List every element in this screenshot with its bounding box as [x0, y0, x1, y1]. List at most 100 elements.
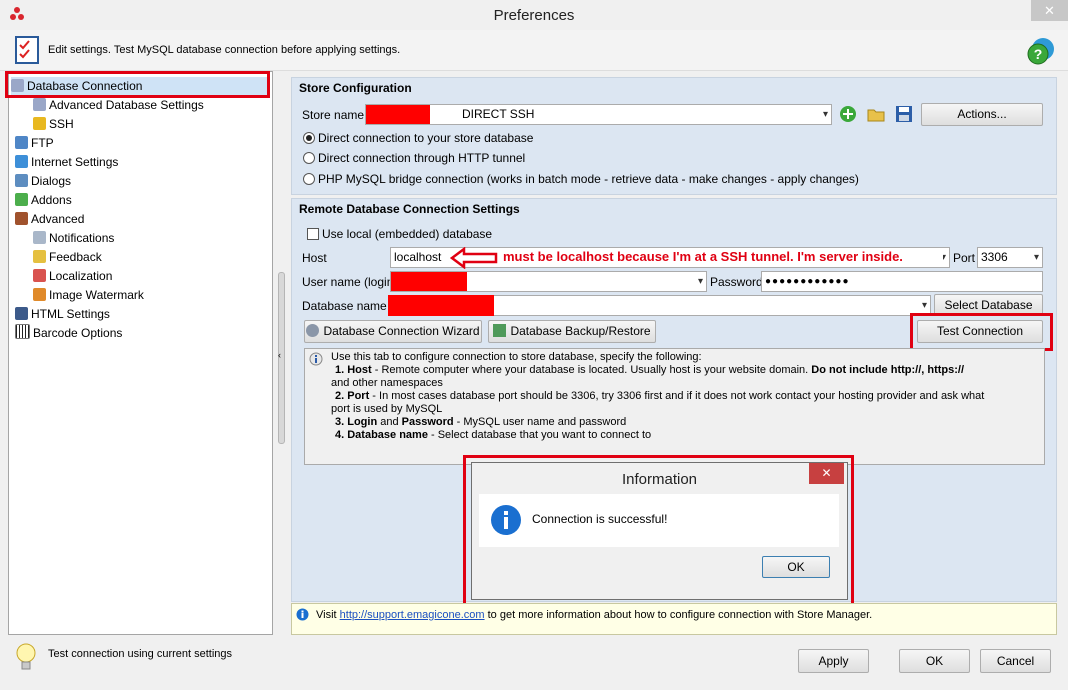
tree-item-advanced[interactable]: Advanced: [15, 210, 84, 228]
help-text: - Select database that you want to conne…: [427, 429, 652, 441]
wizard-icon: [306, 324, 320, 337]
info-icon: [296, 608, 309, 621]
apply-button[interactable]: Apply: [798, 649, 869, 673]
tree-item-ssh[interactable]: SSH: [33, 115, 74, 133]
use-local-label: Use local (embedded) database: [322, 227, 493, 241]
password-input[interactable]: ●●●●●●●●●●●●: [761, 271, 1043, 292]
help-line-1: 1. Host - Remote computer where your dat…: [335, 364, 964, 376]
tree-item-image-watermark[interactable]: Image Watermark: [33, 286, 144, 304]
dialog-ok-button[interactable]: OK: [762, 556, 830, 578]
radio-direct-connection[interactable]: [303, 132, 315, 144]
splitter-handle[interactable]: ‹: [277, 272, 285, 444]
lightbulb-icon: [15, 643, 37, 673]
radio-php-bridge-label: PHP MySQL bridge connection (works in ba…: [318, 172, 859, 186]
connection-wizard-button[interactable]: Database Connection Wizard: [304, 320, 482, 343]
host-value: localhost: [394, 250, 442, 264]
password-label: Password: [710, 275, 763, 289]
tree-item-label: Notifications: [49, 231, 115, 245]
port-label: Port: [953, 251, 976, 265]
tree-item-internet-settings[interactable]: Internet Settings: [15, 153, 118, 171]
help-icon[interactable]: ?: [1027, 37, 1055, 65]
backup-restore-button[interactable]: Database Backup/Restore: [488, 320, 656, 343]
tree-item-label: Barcode Options: [33, 326, 123, 340]
support-link[interactable]: http://support.emagicone.com: [340, 609, 485, 621]
barcode-icon: [15, 324, 30, 339]
use-local-checkbox[interactable]: [307, 228, 319, 240]
radio-http-tunnel[interactable]: [303, 152, 315, 164]
redacted-database-name: [388, 295, 494, 316]
help-text: - In most cases database port should be …: [369, 390, 985, 402]
radio-php-bridge[interactable]: [303, 173, 315, 185]
tree-item-addons[interactable]: Addons: [15, 191, 72, 209]
database-name-select[interactable]: ▾: [388, 295, 931, 316]
highlight-test-connection: [910, 313, 1053, 351]
tree-item-dialogs[interactable]: Dialogs: [15, 172, 71, 190]
ok-button[interactable]: OK: [899, 649, 970, 673]
internet-icon: [15, 155, 28, 168]
help-line-1-cont: and other namespaces: [331, 377, 443, 389]
tree-item-label: Dialogs: [31, 174, 72, 188]
notifications-icon: [33, 231, 46, 244]
tree-item-feedback[interactable]: Feedback: [33, 248, 102, 266]
host-label: Host: [302, 251, 327, 265]
port-value: 3306: [981, 250, 1008, 264]
tree-item-label: Internet Settings: [31, 155, 119, 169]
help-line-4: 4. Database name - Select database that …: [335, 429, 651, 441]
add-store-icon[interactable]: [838, 104, 858, 124]
help-term: 2. Port: [335, 390, 370, 402]
help-term: Do not include http://, https://: [811, 364, 965, 376]
help-intro: Use this tab to configure connection to …: [331, 351, 702, 363]
help-text: - Remote computer where your database is…: [371, 364, 812, 376]
open-folder-icon[interactable]: [866, 104, 886, 124]
help-text: and: [377, 416, 402, 428]
tree-item-label: HTML Settings: [31, 307, 110, 321]
radio-direct-connection-label: Direct connection to your store database: [318, 131, 534, 145]
help-term: Password: [401, 416, 454, 428]
dialog-message: Connection is successful!: [532, 512, 668, 526]
window-close-button[interactable]: ✕: [1031, 0, 1068, 21]
lock-icon: [33, 117, 46, 130]
radio-http-tunnel-label: Direct connection through HTTP tunnel: [318, 151, 526, 165]
feedback-icon: [33, 250, 46, 263]
remote-db-title: Remote Database Connection Settings: [299, 202, 520, 216]
tree-item-localization[interactable]: Localization: [33, 267, 112, 285]
tree-item-label: Feedback: [49, 250, 102, 264]
user-name-input[interactable]: ▾: [390, 271, 707, 292]
settings-tree: Database Connection Advanced Database Se…: [8, 71, 273, 635]
footer-note: Visit http://support.emagicone.com to ge…: [291, 603, 1057, 635]
tree-item-notifications[interactable]: Notifications: [33, 229, 114, 247]
tree-item-advanced-database-settings[interactable]: Advanced Database Settings: [33, 96, 204, 114]
store-configuration-title: Store Configuration: [299, 81, 412, 95]
tree-item-label: Advanced Database Settings: [49, 98, 204, 112]
tree-item-label: Image Watermark: [49, 288, 144, 302]
localization-icon: [33, 269, 46, 282]
chevron-down-icon: ▾: [1033, 252, 1039, 263]
store-name-select[interactable]: DIRECT SSH ▾: [365, 104, 832, 125]
tree-item-ftp[interactable]: FTP: [15, 134, 54, 152]
connection-wizard-label: Database Connection Wizard: [323, 324, 480, 338]
tree-item-html-settings[interactable]: HTML Settings: [15, 305, 110, 323]
cancel-button[interactable]: Cancel: [980, 649, 1051, 673]
information-dialog: Information ✕ Connection is successful! …: [471, 462, 848, 600]
info-icon: [309, 352, 323, 366]
help-line-2: 2. Port - In most cases database port sh…: [335, 390, 984, 402]
help-term: 3. Login: [335, 416, 378, 428]
user-name-label: User name (login): [302, 275, 398, 289]
help-text: - MySQL user name and password: [453, 416, 627, 428]
tree-item-barcode-options[interactable]: Barcode Options: [15, 324, 122, 342]
tree-item-label: Addons: [31, 193, 72, 207]
dialog-title: Information: [621, 471, 698, 488]
backup-icon: [493, 324, 507, 337]
port-select[interactable]: 3306 ▾: [977, 247, 1043, 268]
settings-checklist-icon: [14, 35, 40, 65]
highlight-database-connection: [5, 71, 270, 98]
backup-restore-label: Database Backup/Restore: [510, 324, 651, 338]
redacted-user-name: [391, 272, 467, 291]
dialog-close-button[interactable]: ✕: [809, 463, 844, 484]
save-icon[interactable]: [894, 104, 914, 124]
actions-button[interactable]: Actions...: [921, 103, 1043, 126]
dialogs-icon: [15, 174, 28, 187]
html-icon: [15, 307, 28, 320]
help-line-3: 3. Login and Password - MySQL user name …: [335, 416, 626, 428]
window-title: Preferences: [493, 7, 575, 24]
